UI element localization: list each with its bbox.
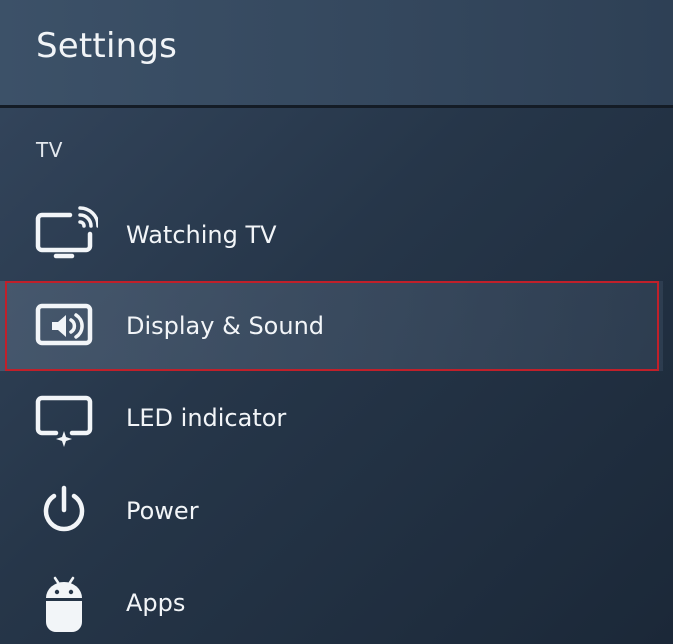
menu-item-watching-tv[interactable]: Watching TV (0, 190, 673, 280)
led-indicator-icon (30, 387, 98, 449)
menu-item-apps[interactable]: Apps (0, 558, 673, 644)
menu-item-label: Power (126, 497, 199, 525)
section-label-tv: TV (36, 138, 63, 162)
header-bar: Settings (0, 0, 673, 108)
display-sound-icon (30, 295, 98, 357)
tv-broadcast-icon (30, 204, 98, 266)
menu-item-led-indicator[interactable]: LED indicator (0, 373, 673, 463)
menu-item-label: Watching TV (126, 221, 277, 249)
menu-item-label: LED indicator (126, 404, 287, 432)
power-icon (30, 480, 98, 542)
menu-item-power[interactable]: Power (0, 466, 673, 556)
selection-border (5, 281, 659, 371)
menu-item-label: Display & Sound (126, 312, 325, 340)
page-title: Settings (36, 26, 178, 66)
menu-item-label: Apps (126, 589, 186, 617)
menu-item-display-sound[interactable]: Display & Sound (0, 281, 673, 371)
android-icon (30, 572, 98, 634)
